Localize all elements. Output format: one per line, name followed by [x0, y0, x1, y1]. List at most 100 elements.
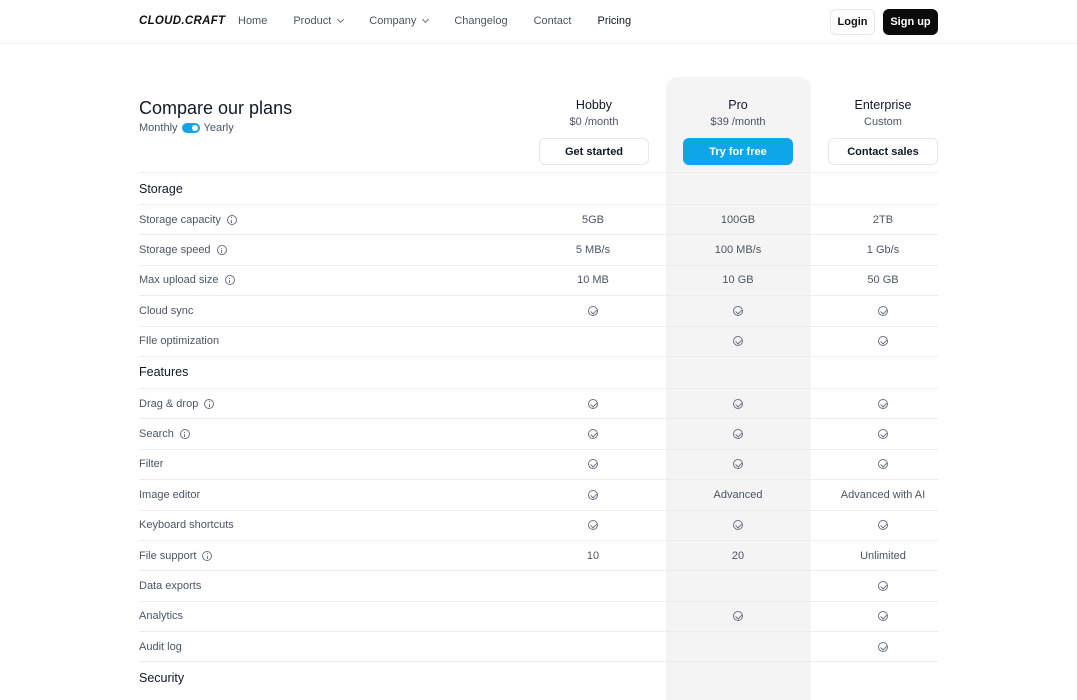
- check-circle-icon: [588, 305, 598, 316]
- feature-label: FIle optimization: [139, 327, 219, 356]
- row-label-text: Storage capacity: [139, 213, 221, 226]
- login-button[interactable]: Login: [830, 9, 875, 35]
- nav-item-product[interactable]: Product: [293, 15, 345, 27]
- cell-value: 50 GB: [867, 274, 899, 287]
- plan-cell-enterprise: [828, 571, 938, 600]
- check-circle-icon: [733, 305, 743, 316]
- feature-row-max-upload-size: Max upload size 10 MB 10 GB 50 GB: [139, 264, 938, 295]
- info-icon[interactable]: [224, 275, 235, 286]
- cell-value: Advanced with AI: [840, 488, 926, 501]
- try-for-free-button[interactable]: Try for free: [683, 138, 793, 165]
- section-heading: Storage: [139, 173, 183, 204]
- cell-value: 2TB: [872, 213, 894, 226]
- plan-cell-enterprise: [828, 296, 938, 325]
- check-circle-icon: [878, 429, 888, 440]
- plan-enterprise-header: Enterprise Custom: [828, 98, 938, 128]
- signup-button[interactable]: Sign up: [883, 9, 938, 35]
- info-icon[interactable]: [202, 550, 213, 561]
- plan-cell-pro: [683, 296, 793, 325]
- yearly-label[interactable]: Yearly: [204, 122, 234, 134]
- feature-row-drag-and-drop: Drag & drop: [139, 387, 938, 418]
- row-label-text: Image editor: [139, 488, 201, 501]
- plan-cell-enterprise: [828, 632, 938, 661]
- check-circle-icon: [588, 520, 598, 531]
- row-label-text: Features: [139, 365, 189, 380]
- section-heading: Security: [139, 662, 184, 693]
- cell-value: 20: [731, 549, 745, 562]
- feature-label: Search: [139, 419, 190, 448]
- info-icon[interactable]: [226, 214, 237, 225]
- plan-cell-hobby: 5GB: [538, 205, 648, 234]
- check-circle-icon: [588, 398, 598, 409]
- check-circle-icon: [733, 459, 743, 470]
- row-label-text: File support: [139, 549, 197, 562]
- cell-value: Unlimited: [860, 549, 906, 562]
- plan-cell-hobby: [538, 571, 648, 600]
- plan-cell-pro: [683, 450, 793, 479]
- feature-row-audit-log: Audit log: [139, 631, 938, 661]
- plan-name: Hobby: [575, 98, 613, 112]
- info-icon[interactable]: [216, 245, 227, 256]
- billing-period-toggle: Monthly Yearly: [139, 122, 234, 134]
- nav-item-changelog[interactable]: Changelog: [454, 15, 507, 27]
- nav-item-contact[interactable]: Contact: [534, 15, 572, 27]
- get-started-button[interactable]: Get started: [539, 138, 649, 165]
- contact-sales-button[interactable]: Contact sales: [828, 138, 938, 165]
- check-circle-icon: [588, 489, 598, 500]
- plan-cell-pro: [683, 602, 793, 631]
- nav-item-label: Contact: [533, 15, 572, 27]
- feature-row-cloud-sync: Cloud sync: [139, 295, 938, 325]
- feature-row-storage-speed: Storage speed 5 MB/s 100 MB/s 1 Gb/s: [139, 234, 938, 264]
- feature-row-file-optimization: FIle optimization: [139, 325, 938, 356]
- plan-cell-pro: [683, 389, 793, 418]
- nav-item-home[interactable]: Home: [238, 15, 267, 27]
- plan-cell-pro: Advanced: [683, 480, 793, 509]
- row-label-text: FIle optimization: [139, 335, 220, 348]
- cell-value: 1 Gb/s: [866, 244, 900, 257]
- brand-logo[interactable]: CLOUD.CRAFT: [139, 15, 225, 27]
- plan-cell-pro: 10 GB: [683, 266, 793, 295]
- cell-value: 100 MB/s: [714, 244, 762, 257]
- check-circle-icon: [733, 520, 743, 531]
- nav-item-label: Home: [238, 15, 268, 27]
- nav-item-company[interactable]: Company: [369, 15, 430, 27]
- info-icon[interactable]: [204, 398, 215, 409]
- section-heading: Features: [139, 357, 188, 388]
- row-label-text: Keyboard shortcuts: [139, 519, 234, 532]
- feature-label: Drag & drop: [139, 389, 215, 418]
- feature-label: Cloud sync: [139, 296, 193, 325]
- check-circle-icon: [878, 611, 888, 622]
- plan-cell-enterprise: [828, 389, 938, 418]
- plan-price: $0 /month: [569, 116, 619, 128]
- plan-cell-pro: 20: [683, 541, 793, 570]
- plan-cell-enterprise: 50 GB: [828, 266, 938, 295]
- plan-cell-hobby: [538, 419, 648, 448]
- check-circle-icon: [733, 398, 743, 409]
- chevron-down-icon: [337, 15, 345, 24]
- plan-cell-enterprise: 1 Gb/s: [828, 235, 938, 264]
- row-label-text: Search: [139, 428, 174, 441]
- cell-value: 5 MB/s: [575, 244, 611, 257]
- section-row-security: Security: [139, 661, 938, 693]
- monthly-label[interactable]: Monthly: [139, 122, 178, 134]
- nav-item-label: Company: [369, 15, 417, 27]
- cell-value: 5GB: [581, 213, 604, 226]
- row-label-text: Storage speed: [139, 244, 211, 257]
- feature-row-data-exports: Data exports: [139, 570, 938, 600]
- section-row-storage: Storage: [139, 172, 938, 204]
- plan-cell-hobby: [538, 389, 648, 418]
- feature-row-image-editor: Image editor Advanced Advanced with AI: [139, 479, 938, 509]
- nav-item-label: Product: [293, 15, 332, 27]
- billing-toggle-switch[interactable]: [181, 123, 200, 133]
- row-label-text: Storage: [139, 181, 183, 196]
- plan-cell-enterprise: 2TB: [828, 205, 938, 234]
- info-icon[interactable]: [179, 429, 190, 440]
- check-circle-icon: [733, 429, 743, 440]
- plan-name: Enterprise: [854, 98, 912, 112]
- plan-cell-pro: 100 MB/s: [683, 235, 793, 264]
- plan-cell-enterprise: [828, 450, 938, 479]
- nav-item-pricing[interactable]: Pricing: [597, 15, 631, 27]
- plan-cell-hobby: [538, 602, 648, 631]
- row-label-text: Max upload size: [139, 274, 219, 287]
- row-label-text: Data exports: [139, 579, 202, 592]
